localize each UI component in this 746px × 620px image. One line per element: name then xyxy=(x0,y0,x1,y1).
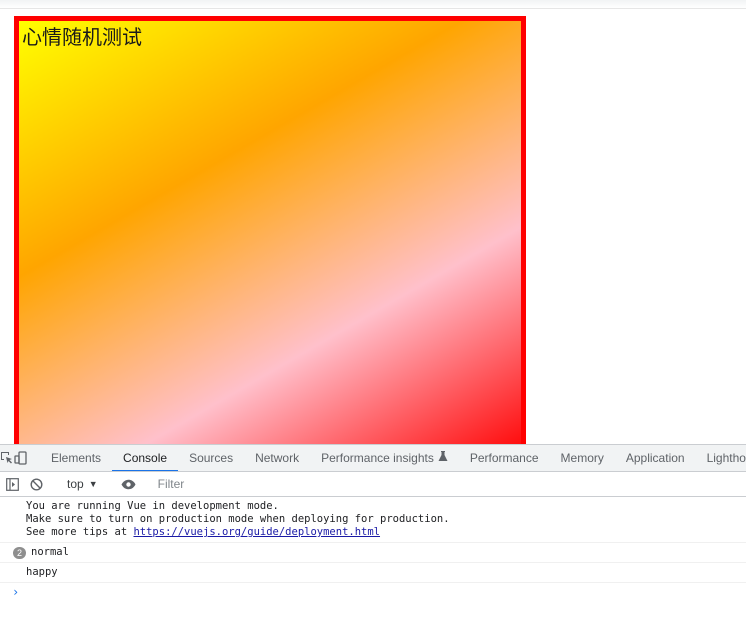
devtools-panel: Elements Console Sources Network Perform… xyxy=(0,444,746,620)
tab-label: Lighthouse xyxy=(706,451,746,465)
console-toolbar: top ▼ xyxy=(0,472,746,497)
console-message-vue: You are running Vue in development mode.… xyxy=(0,497,746,543)
tab-label: Performance insights xyxy=(321,451,434,465)
tab-memory[interactable]: Memory xyxy=(550,445,615,471)
tab-label: Elements xyxy=(51,451,102,465)
tab-performance-insights[interactable]: Performance insights xyxy=(310,445,459,471)
tab-elements[interactable]: Elements xyxy=(40,445,112,471)
console-output: You are running Vue in development mode.… xyxy=(0,497,746,602)
vue-deployment-link[interactable]: https://vuejs.org/guide/deployment.html xyxy=(133,526,380,538)
tab-performance[interactable]: Performance xyxy=(459,445,550,471)
tab-label: Console xyxy=(123,451,168,465)
device-toolbar-icon[interactable] xyxy=(14,445,28,471)
console-message-text: happy xyxy=(26,566,58,578)
tab-sources[interactable]: Sources xyxy=(178,445,244,471)
tab-label: Memory xyxy=(560,451,604,465)
context-value: top xyxy=(67,477,84,491)
tab-label: Network xyxy=(255,451,300,465)
mood-gradient-box: 心情随机测试 xyxy=(14,16,526,466)
tab-label: Sources xyxy=(189,451,234,465)
inspect-element-icon[interactable] xyxy=(0,445,14,471)
filter-input[interactable] xyxy=(153,474,742,494)
tab-application[interactable]: Application xyxy=(615,445,696,471)
devtools-tabbar: Elements Console Sources Network Perform… xyxy=(0,445,746,472)
console-line: Make sure to turn on production mode whe… xyxy=(26,513,450,525)
clear-console-icon[interactable] xyxy=(24,472,48,496)
tab-console[interactable]: Console xyxy=(112,445,179,471)
tab-label: Application xyxy=(625,451,685,465)
console-line: You are running Vue in development mode. xyxy=(26,500,279,512)
live-expression-eye-icon[interactable] xyxy=(117,472,141,496)
show-sidebar-icon[interactable] xyxy=(0,472,24,496)
console-message: 2 normal xyxy=(0,543,746,563)
tab-network[interactable]: Network xyxy=(244,445,310,471)
tab-lighthouse[interactable]: Lighthouse xyxy=(696,445,746,471)
repeat-count-badge: 2 xyxy=(13,547,26,559)
mood-label: 心情随机测试 xyxy=(22,25,142,49)
dropdown-arrow-icon: ▼ xyxy=(88,479,98,489)
console-line-with-link: See more tips at https://vuejs.org/guide… xyxy=(26,526,746,539)
console-message-text: normal xyxy=(31,546,69,558)
tab-label: Performance xyxy=(469,451,539,465)
console-prompt[interactable]: › xyxy=(0,583,746,602)
browser-top-edge xyxy=(0,0,746,9)
console-message: happy xyxy=(0,563,746,583)
console-line-text: See more tips at xyxy=(26,526,134,538)
context-selector[interactable]: top ▼ xyxy=(61,477,104,491)
experiment-flask-icon xyxy=(438,451,448,465)
prompt-chevron-icon: › xyxy=(12,585,20,599)
